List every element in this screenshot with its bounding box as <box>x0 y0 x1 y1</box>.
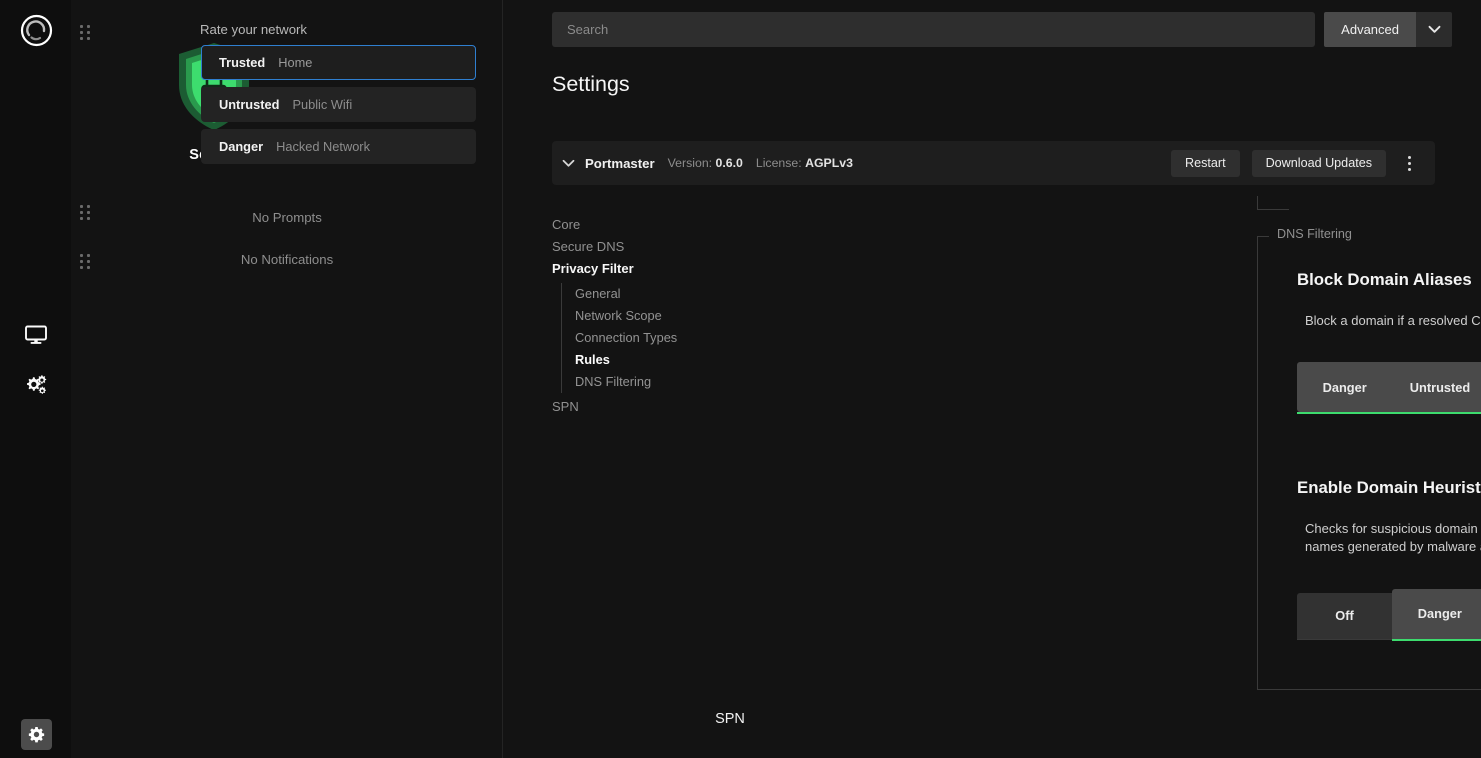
module-license-label: License: <box>755 156 802 170</box>
slider-option-off[interactable]: Off <box>1297 592 1392 639</box>
dns-filtering-section: DNS Filtering Block Domain Aliases Advan… <box>1257 227 1481 690</box>
network-card-untrusted[interactable]: Untrusted Public Wifi <box>201 87 476 122</box>
nav-sub-rules[interactable]: Rules <box>575 349 752 371</box>
module-name: Portmaster <box>585 155 655 171</box>
settings-nav: Core Secure DNS Privacy Filter General N… <box>552 214 752 418</box>
module-version-label: Version: <box>667 156 713 170</box>
slider-track <box>1392 638 1481 641</box>
nav-sub-network-scope[interactable]: Network Scope <box>575 305 752 327</box>
setting-enable-domain-heuristics: Enable Domain Heuristics Advanced Checks… <box>1297 478 1481 645</box>
network-card-desc: Public Wifi <box>292 97 353 112</box>
slider-option-danger[interactable]: Danger <box>1297 362 1392 412</box>
notifications-empty-text: No Notifications <box>240 252 334 267</box>
nav-sub-dns-filtering[interactable]: DNS Filtering <box>575 371 752 393</box>
settings-gear-icon[interactable] <box>21 719 52 750</box>
setting-slider-block-domain-aliases[interactable]: Danger Untrusted Trusted <box>1297 362 1481 415</box>
network-card-name: Trusted <box>219 55 266 70</box>
network-rating-list: Trusted Home Untrusted Public Wifi Dange… <box>201 45 476 171</box>
restart-button[interactable]: Restart <box>1170 149 1240 177</box>
nav-sub-connection-types[interactable]: Connection Types <box>575 327 752 349</box>
section-border-top-stub <box>1258 236 1269 237</box>
rate-network-title: Rate your network <box>200 22 308 37</box>
spn-footer: SPN <box>503 711 1481 727</box>
nav-item-core[interactable]: Core <box>552 214 752 236</box>
more-vertical-icon[interactable] <box>1396 150 1422 177</box>
setting-description: Block a domain if a resolved CNAME (alia… <box>1305 313 1481 328</box>
nav-item-spn[interactable]: SPN <box>552 396 752 418</box>
setting-block-domain-aliases: Block Domain Aliases Advanced Block a do… <box>1297 270 1481 415</box>
setting-slider-enable-domain-heuristics[interactable]: Off Danger Untrusted Trusted <box>1297 588 1481 645</box>
nav-sub-list: General Network Scope Connection Types R… <box>561 283 752 393</box>
module-version: Version: 0.6.0 <box>668 156 743 170</box>
chevron-down-icon[interactable] <box>562 159 575 168</box>
chevron-down-icon[interactable] <box>1416 12 1452 47</box>
search-input[interactable] <box>552 12 1316 47</box>
advanced-dropdown: Advanced <box>1324 12 1452 47</box>
module-version-value: 0.6.0 <box>715 156 743 170</box>
drag-handle-network[interactable] <box>80 25 91 40</box>
network-card-desc: Hacked Network <box>276 139 370 154</box>
setting-description: Checks for suspicious domain names and b… <box>1305 521 1481 555</box>
nav-item-secure-dns[interactable]: Secure DNS <box>552 236 752 258</box>
module-license-value: AGPLv3 <box>805 156 853 170</box>
slider-segments: Off Danger Untrusted Trusted <box>1297 588 1481 639</box>
network-card-name: Danger <box>219 139 264 154</box>
nav-sub-general[interactable]: General <box>575 283 752 305</box>
module-row-portmaster[interactable]: Portmaster Version: 0.6.0 License: AGPLv… <box>552 141 1435 185</box>
main-content: Advanced Settings Portmaster Version: 0.… <box>503 0 1481 758</box>
slider-option-untrusted[interactable]: Untrusted <box>1392 362 1481 412</box>
page-title: Settings <box>552 72 630 96</box>
previous-section-border <box>1257 196 1289 210</box>
module-license: License: AGPLv3 <box>756 156 853 170</box>
cogs-icon[interactable] <box>0 373 71 395</box>
network-card-danger[interactable]: Danger Hacked Network <box>201 129 476 164</box>
setting-title: Block Domain Aliases <box>1297 270 1472 289</box>
prompts-empty-text: No Prompts <box>252 210 322 225</box>
slider-option-danger[interactable]: Danger <box>1392 589 1481 639</box>
network-card-name: Untrusted <box>219 97 280 112</box>
slider-track <box>1297 412 1481 415</box>
setting-header: Enable Domain Heuristics Advanced <box>1297 478 1481 498</box>
nav-item-privacy-filter[interactable]: Privacy Filter <box>552 258 752 280</box>
advanced-button[interactable]: Advanced <box>1324 12 1416 47</box>
slider-active-segments: Danger Untrusted Trusted <box>1392 588 1481 639</box>
search-row: Advanced <box>552 12 1452 47</box>
section-legend: DNS Filtering <box>1271 227 1358 241</box>
slider-segments: Danger Untrusted Trusted <box>1297 362 1481 413</box>
slider-track-off <box>1297 638 1392 640</box>
network-card-desc: Home <box>278 55 313 70</box>
download-updates-button[interactable]: Download Updates <box>1251 149 1386 177</box>
side-panel: Secure Rate your network Trusted Home Un… <box>71 0 503 758</box>
spn-footer-label: SPN <box>715 711 745 727</box>
setting-title: Enable Domain Heuristics <box>1297 478 1481 497</box>
network-card-trusted[interactable]: Trusted Home <box>201 45 476 80</box>
left-icon-rail <box>0 0 71 758</box>
portmaster-logo-icon[interactable] <box>20 14 53 47</box>
setting-header: Block Domain Aliases Advanced <box>1297 270 1481 290</box>
monitor-icon[interactable] <box>0 325 71 345</box>
app-root: Secure Rate your network Trusted Home Un… <box>0 0 1481 758</box>
